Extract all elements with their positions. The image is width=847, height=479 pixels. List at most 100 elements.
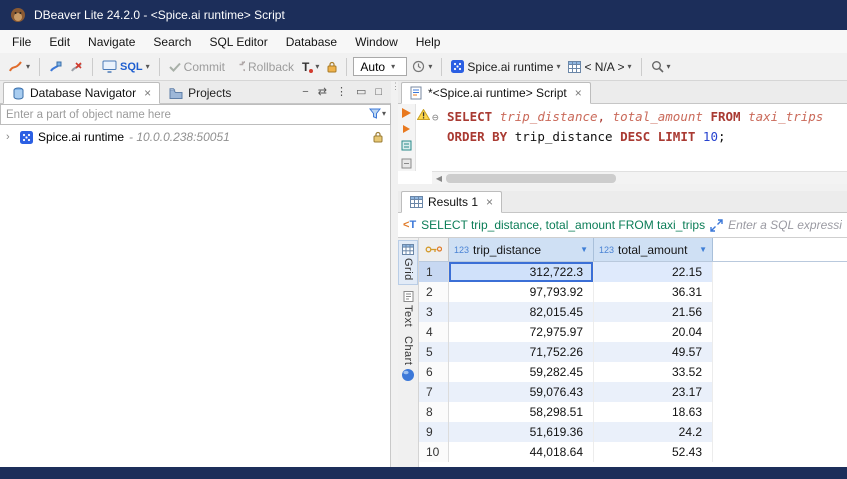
close-icon[interactable]: × <box>575 87 582 99</box>
panel-sash-horizontal[interactable] <box>398 184 847 191</box>
menu-file[interactable]: File <box>3 30 40 53</box>
link-with-editor-icon[interactable]: ⇄ <box>318 85 327 98</box>
menu-sql-editor[interactable]: SQL Editor <box>200 30 276 53</box>
tab-label: Results 1 <box>428 195 478 209</box>
row-number-cell[interactable]: 10 <box>419 442 449 462</box>
grid-cell[interactable]: 33.52 <box>594 362 713 382</box>
close-icon[interactable]: × <box>486 196 493 208</box>
chevron-down-icon: ▾ <box>26 63 30 71</box>
tab-results-1[interactable]: Results 1 × <box>401 191 502 213</box>
tab-grid[interactable]: Grid <box>398 240 418 285</box>
sql-editor-panel: *<Spice.ai runtime> Script × ⊖SELECT tri… <box>398 81 847 467</box>
column-header-trip-distance[interactable]: 123 trip_distance ▼ <box>449 238 594 261</box>
row-number-cell[interactable]: 2 <box>419 282 449 302</box>
menu-navigate[interactable]: Navigate <box>79 30 144 53</box>
row-number-cell[interactable]: 8 <box>419 402 449 422</box>
maximize-icon[interactable]: □ <box>375 86 382 98</box>
view-menu-icon[interactable]: ⋮ <box>336 85 347 98</box>
object-filter-input[interactable] <box>0 104 391 125</box>
scrollbar-thumb[interactable] <box>446 174 616 183</box>
commit-button[interactable]: Commit <box>166 58 228 76</box>
search-button[interactable]: ▾ <box>648 58 674 75</box>
tab-text[interactable]: Text <box>398 288 418 330</box>
close-icon[interactable]: × <box>144 87 151 99</box>
filter-funnel-icon[interactable]: ▾ <box>369 108 386 119</box>
open-sql-editor-button[interactable]: SQL ▾ <box>99 58 153 75</box>
editor-h-scrollbar[interactable]: ◀ <box>432 171 847 184</box>
sql-code[interactable]: ⊖SELECT trip_distance, total_amount FROM… <box>432 104 847 171</box>
grid-cell[interactable]: 72,975.97 <box>449 322 594 342</box>
grid-cell[interactable]: 36.31 <box>594 282 713 302</box>
grid-cell[interactable]: 21.56 <box>594 302 713 322</box>
connection-tree-item[interactable]: › Spice.ai runtime - 10.0.0.238:50051 <box>0 127 391 147</box>
expand-filter-icon[interactable] <box>710 219 723 232</box>
row-number-cell[interactable]: 6 <box>419 362 449 382</box>
menu-search[interactable]: Search <box>144 30 200 53</box>
column-header-total-amount[interactable]: 123 total_amount ▼ <box>594 238 713 261</box>
commit-mode-select[interactable]: Auto ▾ <box>353 57 407 76</box>
panel-sash-vertical[interactable]: ⋮ <box>391 81 398 467</box>
grid-cell[interactable]: 20.04 <box>594 322 713 342</box>
row-number-cell[interactable]: 1 <box>419 262 449 282</box>
fold-marker-icon[interactable]: ⊖ <box>432 108 447 128</box>
row-filler <box>713 362 847 382</box>
connect-button[interactable] <box>46 59 65 75</box>
active-connection-select[interactable]: Spice.ai runtime ▾ <box>448 58 563 76</box>
row-number-cell[interactable]: 9 <box>419 422 449 442</box>
active-database-select[interactable]: < N/A > ▾ <box>565 58 634 76</box>
sort-desc-icon[interactable]: ▼ <box>580 245 588 254</box>
row-number-cell[interactable]: 5 <box>419 342 449 362</box>
custom-filter-icon[interactable]: <T <box>403 219 416 231</box>
grid-cell[interactable]: 24.2 <box>594 422 713 442</box>
grid-cell[interactable]: 59,282.45 <box>449 362 594 382</box>
sql-editor[interactable]: ⊖SELECT trip_distance, total_amount FROM… <box>398 104 847 171</box>
tab-sql-script[interactable]: *<Spice.ai runtime> Script × <box>401 82 591 104</box>
sql-line: ORDER BY trip_distance DESC LIMIT 10; <box>432 127 847 147</box>
new-connection-button[interactable]: ▾ <box>5 58 33 75</box>
row-number-cell[interactable]: 4 <box>419 322 449 342</box>
menu-database[interactable]: Database <box>277 30 346 53</box>
row-number-cell[interactable]: 3 <box>419 302 449 322</box>
grid-cell[interactable]: 58,298.51 <box>449 402 594 422</box>
tab-projects[interactable]: Projects <box>160 82 240 104</box>
menu-window[interactable]: Window <box>346 30 407 53</box>
row-filler <box>713 302 847 322</box>
grid-cell[interactable]: 52.43 <box>594 442 713 462</box>
expand-chevron-icon[interactable]: › <box>6 131 15 143</box>
sort-desc-icon[interactable]: ▼ <box>699 245 707 254</box>
chevron-down-icon: ▾ <box>315 63 319 71</box>
sql-script-icon <box>410 86 423 100</box>
grid-cell[interactable]: 59,076.43 <box>449 382 594 402</box>
editor-action-icon[interactable] <box>401 158 412 169</box>
transaction-history-button[interactable]: ▾ <box>409 58 435 75</box>
grid-cell[interactable]: 82,015.45 <box>449 302 594 322</box>
grid-cell[interactable]: 23.17 <box>594 382 713 402</box>
grid-cell[interactable]: 51,619.36 <box>449 422 594 442</box>
grid-cell[interactable]: 49.57 <box>594 342 713 362</box>
menu-edit[interactable]: Edit <box>40 30 79 53</box>
explain-plan-icon[interactable] <box>401 140 412 151</box>
scroll-left-icon[interactable]: ◀ <box>432 174 446 183</box>
grid-corner-cell[interactable] <box>419 238 449 261</box>
transaction-log-button[interactable]: T ▾ <box>299 58 322 76</box>
tab-database-navigator[interactable]: Database Navigator × <box>3 82 160 104</box>
tab-chart[interactable]: Chart <box>398 333 418 385</box>
execute-statement-icon[interactable] <box>402 108 411 118</box>
grid-cell[interactable]: 18.63 <box>594 402 713 422</box>
grid-cell[interactable]: 44,018.64 <box>449 442 594 462</box>
menu-help[interactable]: Help <box>407 30 450 53</box>
execute-script-icon[interactable] <box>403 125 410 133</box>
projects-folder-icon <box>169 87 183 99</box>
grid-cell[interactable]: 97,793.92 <box>449 282 594 302</box>
rollback-button[interactable]: Rollback <box>230 58 297 76</box>
row-number-cell[interactable]: 7 <box>419 382 449 402</box>
disconnect-button[interactable] <box>67 59 86 75</box>
grid-cell[interactable]: 22.15 <box>594 262 713 282</box>
filter-expression-input[interactable] <box>728 213 842 237</box>
minimize-icon[interactable]: ▭ <box>356 85 366 98</box>
collapse-all-icon[interactable]: − <box>302 86 308 98</box>
grid-cell[interactable]: 312,722.3 <box>449 262 594 282</box>
autocommit-indicator[interactable] <box>324 59 340 75</box>
grid-cell[interactable]: 71,752.26 <box>449 342 594 362</box>
warning-icon[interactable] <box>417 109 430 120</box>
